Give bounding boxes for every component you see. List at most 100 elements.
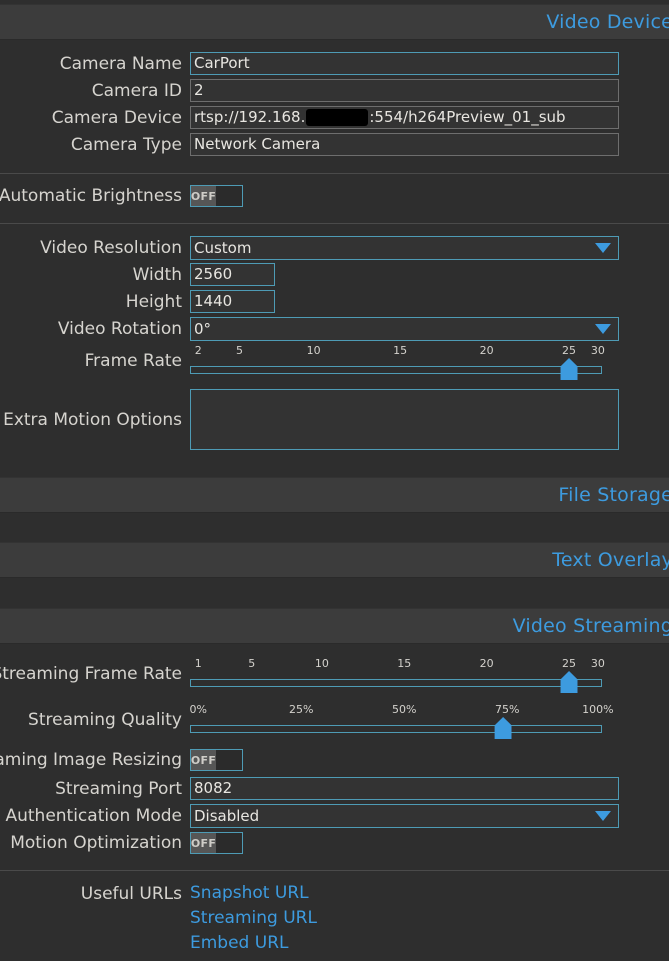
row-video-resolution: Video Resolution Custom (0, 236, 669, 260)
slider-tick: 25 (562, 344, 576, 357)
row-frame-rate: Frame Rate 251015202530 (0, 344, 669, 378)
slider-track-streaming-frame-rate[interactable] (190, 679, 602, 687)
toggle-slot-motion-optimization (216, 833, 242, 853)
textarea-extra-motion-options[interactable] (190, 389, 619, 450)
row-streaming-port: Streaming Port 8082 (0, 777, 669, 800)
toggle-motion-optimization[interactable]: OFF (190, 832, 243, 854)
row-camera-id: Camera ID 2 (0, 79, 669, 102)
section-header-file-storage[interactable]: File Storage (0, 477, 669, 513)
label-authentication-mode: Authentication Mode (5, 806, 190, 826)
chevron-down-icon (595, 811, 611, 821)
link-streaming-url[interactable]: Streaming URL (190, 906, 317, 931)
slider-streaming-frame-rate[interactable]: 151015202530 (190, 657, 602, 691)
slider-tick: 50% (392, 703, 416, 716)
slider-handle-streaming-frame-rate[interactable] (561, 671, 578, 693)
input-width[interactable]: 2560 (190, 263, 275, 286)
label-wrap-streaming-image-resizing: Streaming Image Resizing (0, 750, 190, 770)
row-camera-name: Camera Name CarPort (0, 52, 669, 75)
input-camera-type[interactable]: Network Camera (190, 133, 619, 156)
toggle-state-label-streaming-image-resizing: OFF (191, 750, 216, 770)
label-motion-optimization: Motion Optimization (10, 833, 190, 853)
slider-streaming-quality[interactable]: 0%25%50%75%100% (190, 703, 602, 737)
label-streaming-frame-rate: Streaming Frame Rate (0, 664, 190, 684)
label-streaming-port: Streaming Port (55, 779, 190, 799)
row-camera-device: Camera Device rtsp://192.168.:554/h264Pr… (0, 106, 669, 129)
slider-tick: 30 (591, 344, 605, 357)
label-wrap-video-resolution: Video Resolution (0, 238, 190, 258)
label-height: Height (126, 292, 190, 312)
section-header-video-streaming[interactable]: Video Streaming (0, 608, 669, 644)
slider-track-streaming-quality[interactable] (190, 725, 602, 733)
slider-handle-streaming-quality[interactable] (495, 717, 512, 739)
row-automatic-brightness: Automatic Brightness OFF (0, 185, 669, 207)
label-streaming-image-resizing: Streaming Image Resizing (0, 750, 190, 770)
label-camera-type: Camera Type (71, 135, 190, 155)
section-title-video-device: Video Device (546, 11, 669, 33)
label-wrap-authentication-mode: Authentication Mode (0, 806, 190, 826)
label-camera-device: Camera Device (52, 108, 190, 128)
dropdown-video-rotation[interactable]: 0° (190, 317, 619, 341)
label-extra-motion-options: Extra Motion Options (3, 410, 190, 430)
dropdown-authentication-mode[interactable]: Disabled (190, 804, 619, 828)
section-title-text-overlay: Text Overlay (552, 549, 669, 571)
slider-tick: 10 (315, 657, 329, 670)
row-motion-optimization: Motion Optimization OFF (0, 832, 669, 854)
divider-2 (0, 223, 669, 224)
label-useful-urls: Useful URLs (81, 884, 190, 904)
useful-urls-list: Snapshot URL Streaming URL Embed URL (190, 881, 317, 956)
section-header-video-device[interactable]: Video Device (0, 4, 669, 40)
slider-track-frame-rate[interactable] (190, 366, 602, 374)
slider-tick: 1 (195, 657, 202, 670)
label-camera-id: Camera ID (92, 81, 190, 101)
slider-tick: 75% (495, 703, 519, 716)
section-title-file-storage: File Storage (558, 484, 669, 506)
toggle-state-label-motion-optimization: OFF (191, 833, 216, 853)
toggle-streaming-image-resizing[interactable]: OFF (190, 749, 243, 771)
label-frame-rate: Frame Rate (85, 351, 190, 371)
label-wrap-camera-device: Camera Device (0, 108, 190, 128)
label-wrap-extra-motion-options: Extra Motion Options (0, 389, 190, 450)
label-camera-name: Camera Name (60, 54, 190, 74)
label-wrap-streaming-frame-rate: Streaming Frame Rate (0, 664, 190, 684)
row-authentication-mode: Authentication Mode Disabled (0, 804, 669, 828)
input-height[interactable]: 1440 (190, 290, 275, 313)
label-wrap-streaming-quality: Streaming Quality (0, 710, 190, 730)
row-video-rotation: Video Rotation 0° (0, 317, 669, 341)
dropdown-video-resolution[interactable]: Custom (190, 236, 619, 260)
link-snapshot-url[interactable]: Snapshot URL (190, 881, 317, 906)
row-camera-type: Camera Type Network Camera (0, 133, 669, 156)
row-streaming-quality: Streaming Quality 0%25%50%75%100% (0, 703, 669, 737)
toggle-slot-streaming-image-resizing (216, 750, 242, 770)
input-camera-device[interactable]: rtsp://192.168.:554/h264Preview_01_sub (190, 106, 619, 129)
divider-3 (0, 870, 669, 871)
slider-tick: 20 (480, 657, 494, 670)
slider-ticks-frame-rate: 251015202530 (190, 344, 602, 358)
toggle-automatic-brightness[interactable]: OFF (190, 185, 243, 207)
slider-handle-frame-rate[interactable] (561, 358, 578, 380)
label-wrap-useful-urls: Useful URLs (0, 881, 190, 906)
link-embed-url[interactable]: Embed URL (190, 931, 317, 956)
slider-tick: 0% (190, 703, 207, 716)
input-camera-id[interactable]: 2 (190, 79, 619, 102)
redaction-box (306, 109, 368, 126)
divider-1 (0, 173, 669, 174)
label-video-resolution: Video Resolution (40, 238, 190, 258)
label-wrap-automatic-brightness: Automatic Brightness (0, 186, 190, 206)
input-streaming-port[interactable]: 8082 (190, 777, 619, 800)
slider-tick: 5 (236, 344, 243, 357)
label-wrap-camera-name: Camera Name (0, 54, 190, 74)
slider-tick: 30 (591, 657, 605, 670)
slider-frame-rate[interactable]: 251015202530 (190, 344, 602, 378)
camera-device-prefix: rtsp://192.168. (194, 107, 305, 128)
section-header-text-overlay[interactable]: Text Overlay (0, 542, 669, 578)
input-camera-name[interactable]: CarPort (190, 52, 619, 75)
slider-tick: 10 (307, 344, 321, 357)
label-streaming-quality: Streaming Quality (28, 710, 190, 730)
row-width: Width 2560 (0, 263, 669, 286)
row-extra-motion-options: Extra Motion Options (0, 389, 669, 450)
row-height: Height 1440 (0, 290, 669, 313)
row-useful-urls: Useful URLs Snapshot URL Streaming URL E… (0, 881, 669, 956)
dropdown-value-video-rotation: 0° (194, 320, 211, 338)
label-width: Width (133, 265, 190, 285)
slider-tick: 20 (480, 344, 494, 357)
